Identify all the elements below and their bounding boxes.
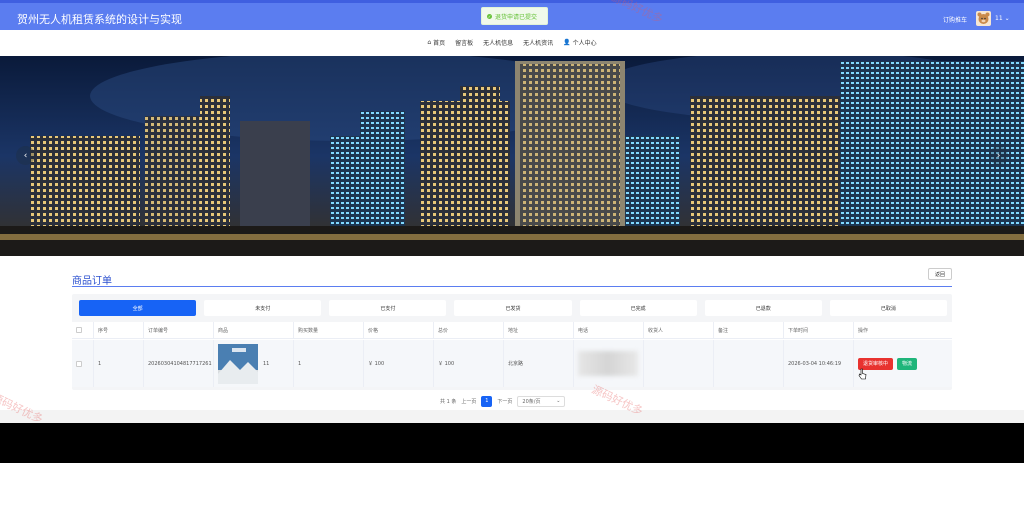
tab-all[interactable]: 全部 [79,300,197,316]
col-order-no: 订单编号 [144,322,214,338]
chevron-left-icon: ‹ [23,150,28,161]
table-header: 序号 订单编号 商品 购买数量 价格 总价 地址 电话 收货人 备注 下单时间 … [72,322,952,339]
pager-prev[interactable]: 上一页 [461,398,476,405]
cell-price: ￥ 100 [364,340,434,387]
tab-completed[interactable]: 已完成 [579,300,697,316]
col-address: 地址 [504,322,574,338]
col-total: 总价 [434,322,504,338]
tab-unpaid[interactable]: 未支付 [204,300,322,316]
col-actions: 操作 [858,327,869,334]
cell-order-no: 20260304104817717261 [144,340,214,387]
pointer-cursor-icon [858,368,867,380]
footer [0,423,1024,463]
user-name: 11 [995,15,1003,22]
table-row: 1 20260304104817717261 11 1 ￥ 100 ￥ 100 … [72,340,952,387]
footer-divider [0,410,1024,423]
cart-link[interactable]: 订购推车 [943,15,967,24]
cell-quantity: 1 [294,340,364,387]
logistics-button[interactable]: 物流 [897,357,918,370]
nav-item-drone-news[interactable]: 无人机资讯 [523,38,553,47]
user-icon: 👤 [563,39,571,46]
back-button[interactable]: 返回 [928,268,952,280]
home-icon: ⌂ [427,39,432,46]
row-checkbox[interactable] [76,360,82,367]
avatar[interactable] [976,11,991,26]
col-quantity: 购买数量 [294,322,364,338]
page-title: 商品订单 [72,276,112,287]
tab-paid[interactable]: 已支付 [329,300,447,316]
cell-time: 2026-03-04 10:46:19 [784,340,854,387]
select-all-checkbox[interactable] [76,327,82,333]
nav-item-home[interactable]: ⌂ 首页 [427,38,445,47]
orders-table: 序号 订单编号 商品 购买数量 价格 总价 地址 电话 收货人 备注 下单时间 … [72,322,952,387]
chevron-down-icon: ⌄ [1004,15,1010,22]
banner-carousel [0,56,1024,256]
pagination: 共 1 条 上一页 1 下一页 20条/页 ⌄ [440,395,566,407]
page-size-select[interactable]: 20条/页 ⌄ [517,395,566,407]
site-title: 贺州无人机租赁系统的设计与实现 [17,13,182,26]
toast-message: 退货申请已提交 [495,13,538,21]
product-name: 11 [263,360,270,367]
carousel-next-button[interactable]: › [989,146,1008,165]
pager-total: 共 1 条 [440,398,457,405]
pager-next[interactable]: 下一页 [497,398,512,405]
col-time: 下单时间 [784,322,854,338]
top-header: 贺州无人机租赁系统的设计与实现 ✓ 退货申请已提交 订购推车 11 ⌄ [0,0,1024,30]
cell-phone [574,340,644,387]
city-night-image [0,56,1024,256]
col-index: 序号 [94,322,144,338]
chevron-down-icon: ⌄ [556,398,561,404]
order-status-tabs: 全部 未支付 已支付 已发货 已完成 已退款 已取消 [79,300,947,317]
tab-cancelled[interactable]: 已取消 [829,300,947,316]
tab-shipped[interactable]: 已发货 [454,300,572,316]
pager-page-1[interactable]: 1 [481,395,493,407]
product-thumbnail[interactable] [218,343,258,384]
success-toast: ✓ 退货申请已提交 [481,7,548,25]
check-circle-icon: ✓ [487,13,492,19]
nav-item-guestbook[interactable]: 留言板 [455,38,473,47]
col-phone: 电话 [574,322,644,338]
cell-address: 北京路 [504,340,574,387]
user-menu[interactable]: 11 ⌄ [995,15,1010,22]
nav-item-drone-info[interactable]: 无人机信息 [483,38,513,47]
carousel-prev-button[interactable]: ‹ [16,146,35,165]
col-product: 商品 [214,322,294,338]
title-divider [72,286,952,287]
chevron-right-icon: › [996,150,1001,161]
nav-item-profile[interactable]: 👤 个人中心 [563,38,597,47]
col-price: 价格 [364,322,434,338]
col-receiver: 收货人 [644,322,714,338]
cell-actions: 退货审核中 物流 [854,340,952,387]
tab-refunded[interactable]: 已退款 [704,300,822,316]
col-note: 备注 [714,322,784,338]
cell-index: 1 [94,340,144,387]
cell-receiver [644,340,714,387]
cell-note [714,340,784,387]
blurred-phone [578,351,638,376]
main-nav: ⌂ 首页 留言板 无人机信息 无人机资讯 👤 个人中心 [0,30,1024,55]
cell-total: ￥ 100 [434,340,504,387]
